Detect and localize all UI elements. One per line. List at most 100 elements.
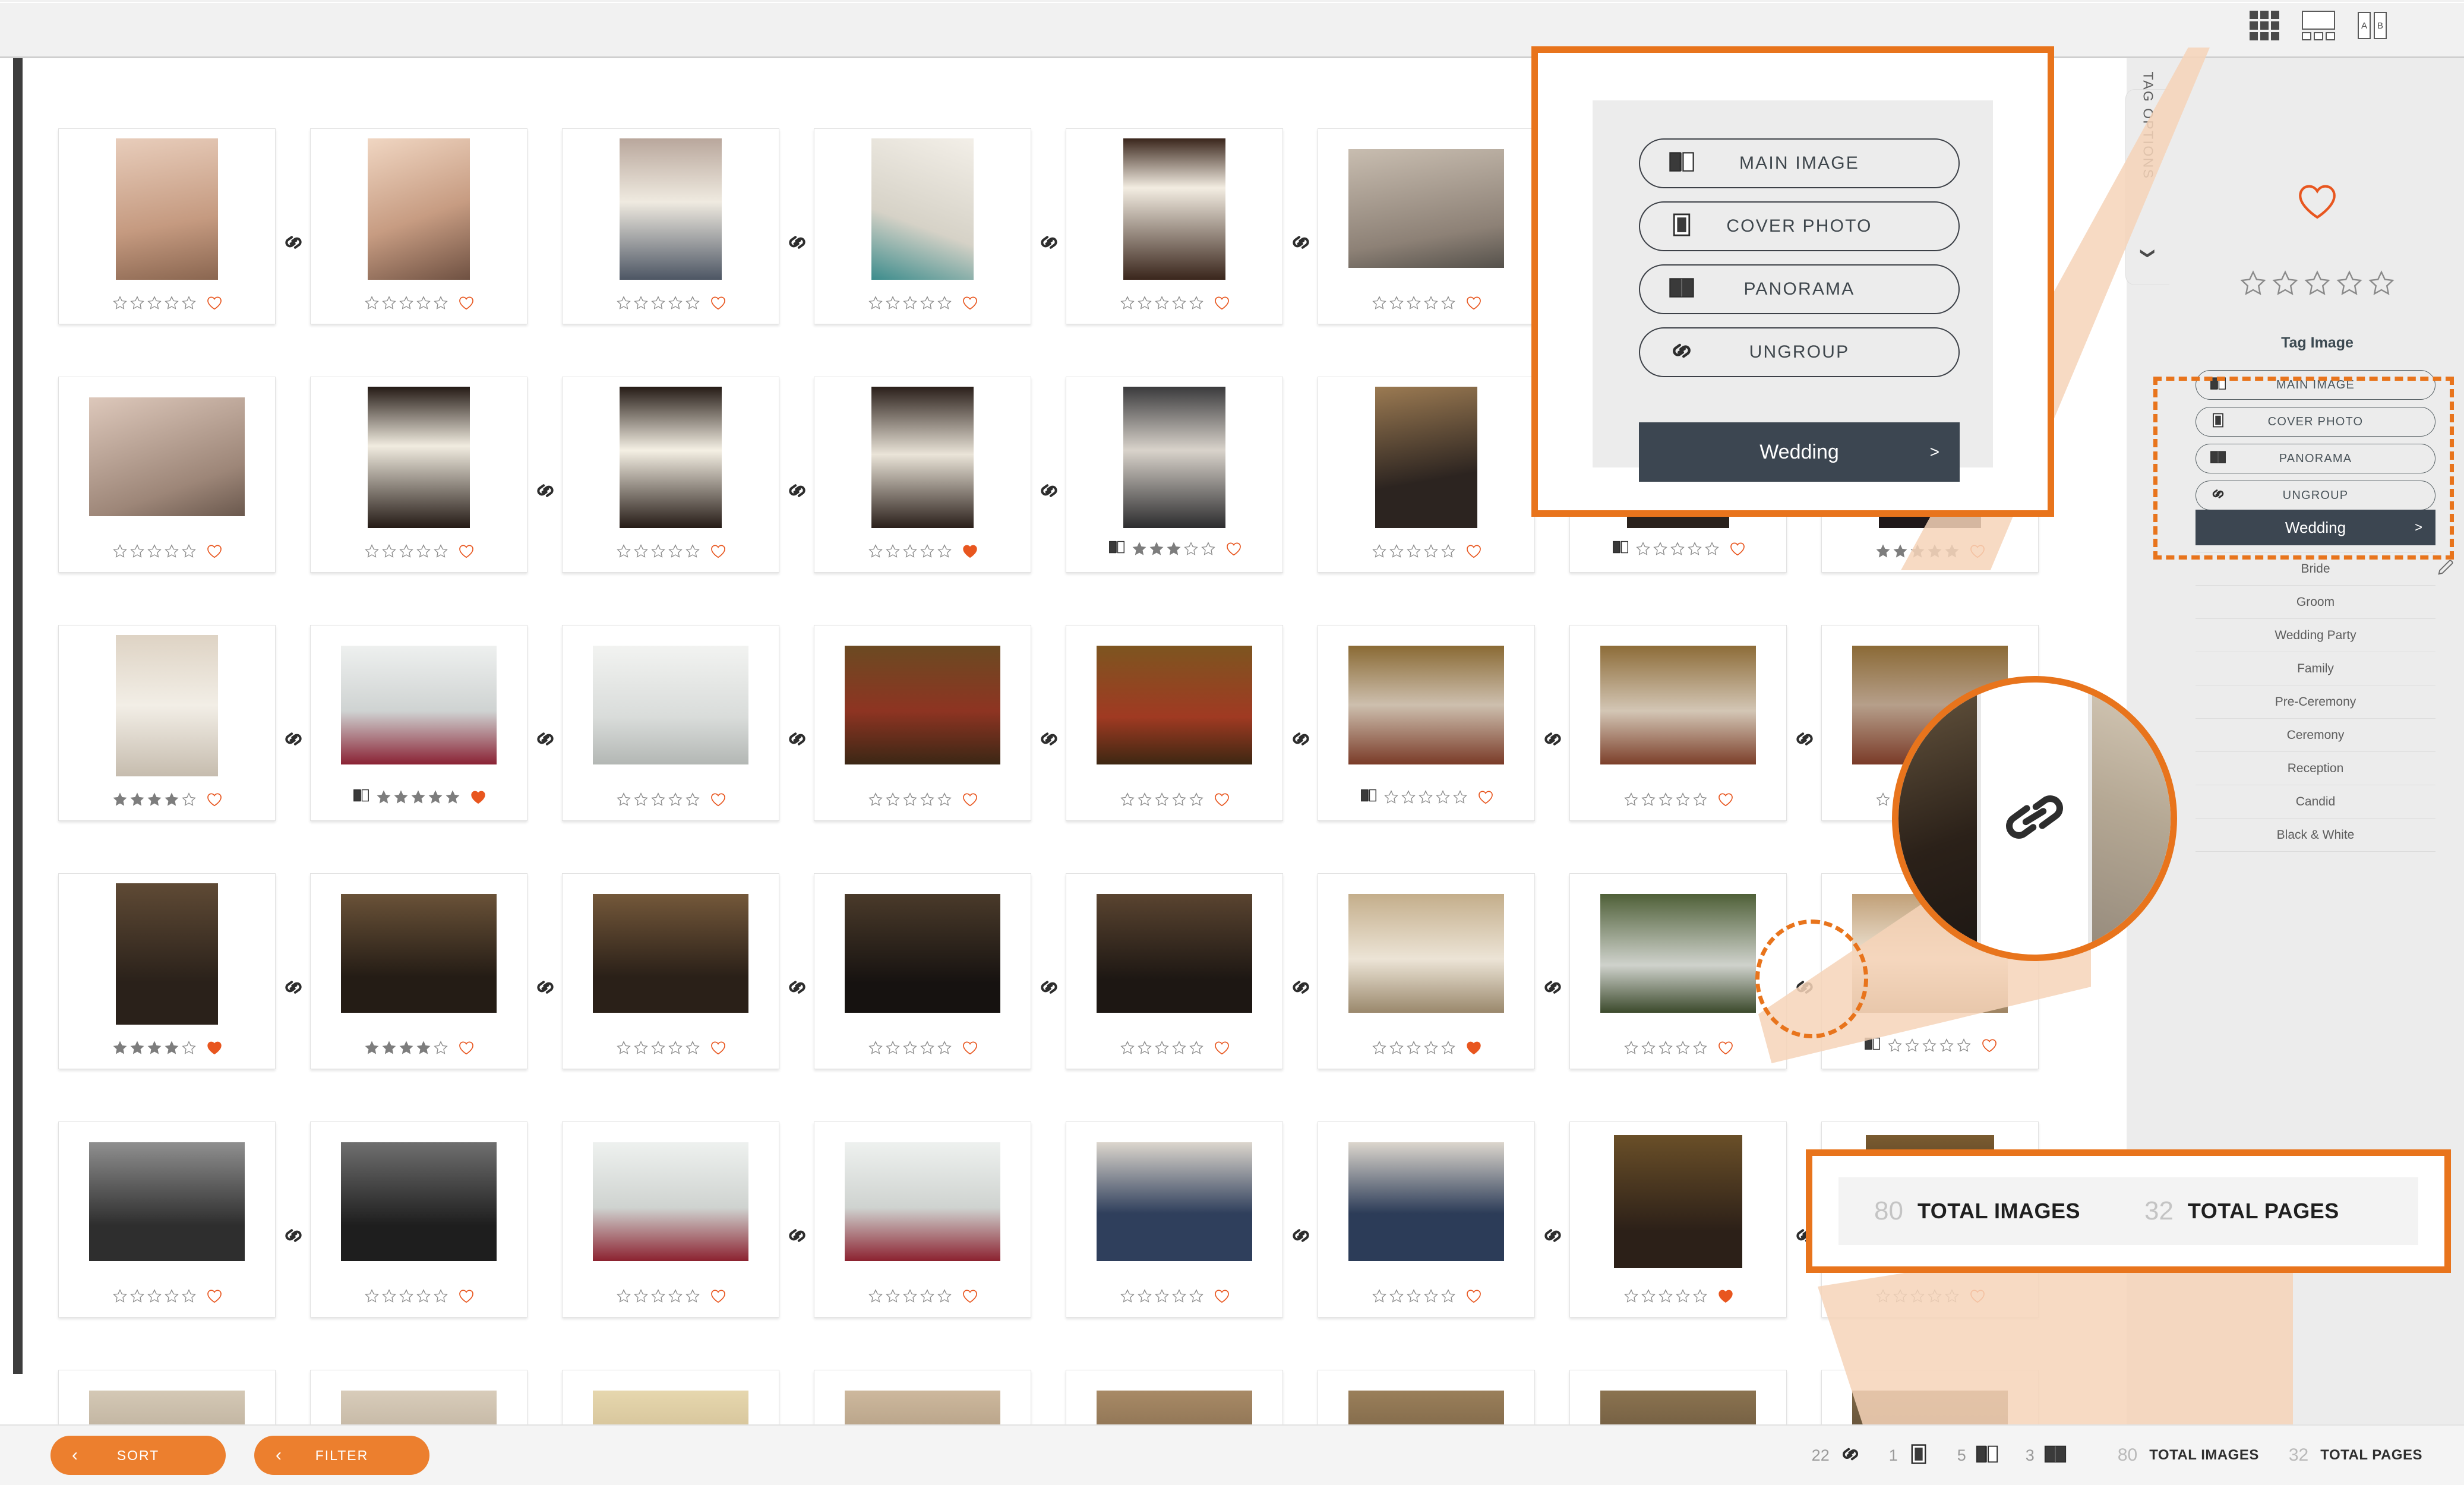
photo-thumbnail[interactable] [1600, 1391, 1756, 1424]
favorite-toggle[interactable] [1466, 1288, 1481, 1304]
photo-thumbnail[interactable] [1375, 387, 1477, 528]
star-icon[interactable] [920, 1040, 935, 1056]
star-icon[interactable] [381, 544, 397, 559]
grid-cell[interactable] [562, 1121, 814, 1370]
star-icon[interactable] [1189, 792, 1204, 807]
star-icon[interactable] [416, 544, 431, 559]
star-icon[interactable] [112, 1288, 128, 1304]
photo-thumbnail[interactable] [116, 635, 218, 776]
star-icon[interactable] [381, 1040, 397, 1056]
star-icon[interactable] [1704, 541, 1720, 557]
star-icon[interactable] [1137, 1288, 1152, 1304]
favorite-toggle[interactable] [710, 1040, 726, 1056]
wedding-group-button[interactable]: Wedding > [2196, 510, 2435, 545]
tag-list-item[interactable]: Black & White [2196, 819, 2435, 852]
star-icon[interactable] [1120, 295, 1135, 311]
star-icon[interactable] [1423, 1288, 1439, 1304]
star-icon[interactable] [1423, 295, 1439, 311]
favorite-toggle[interactable] [1982, 1038, 1997, 1053]
star-icon[interactable] [1154, 792, 1170, 807]
favorite-toggle[interactable] [962, 1040, 978, 1056]
favorite-toggle[interactable] [962, 295, 978, 311]
photo-thumbnail[interactable] [1097, 894, 1252, 1013]
star-rating[interactable] [1372, 295, 1456, 311]
star-rating[interactable] [1623, 1040, 1708, 1056]
callout-wedding-group-button[interactable]: Wedding > [1639, 422, 1960, 482]
star-icon[interactable] [1372, 1040, 1387, 1056]
star-icon[interactable] [2367, 269, 2396, 298]
star-icon[interactable] [1166, 541, 1182, 557]
star-icon[interactable] [2303, 269, 2332, 298]
star-icon[interactable] [937, 295, 952, 311]
star-icon[interactable] [1137, 1040, 1152, 1056]
star-rating[interactable] [1120, 792, 1204, 807]
favorite-toggle[interactable] [1970, 544, 1985, 559]
star-rating[interactable] [1887, 1038, 1972, 1053]
photo-thumbnail[interactable] [368, 138, 470, 280]
star-icon[interactable] [1383, 789, 1399, 805]
callout-tag-buttons[interactable]: MAIN IMAGE COVER PHOTO PANORAMA UNGROUP [1639, 138, 1960, 390]
grid-cell[interactable] [814, 377, 1066, 625]
favorite-toggle[interactable] [207, 544, 222, 559]
star-icon[interactable] [181, 1040, 197, 1056]
photo-thumbnail[interactable] [341, 894, 497, 1013]
favorite-heart-icon[interactable] [962, 792, 978, 807]
star-icon[interactable] [920, 295, 935, 311]
favorite-toggle[interactable] [1214, 792, 1230, 807]
photo-card[interactable] [1066, 128, 1283, 324]
star-icon[interactable] [1687, 541, 1702, 557]
star-icon[interactable] [1944, 1288, 1960, 1304]
star-icon[interactable] [1120, 1288, 1135, 1304]
star-icon[interactable] [164, 295, 179, 311]
star-icon[interactable] [433, 544, 448, 559]
star-rating[interactable] [364, 1040, 448, 1056]
tag-list[interactable]: Bride Groom Wedding Party Family Pre-Ceremon… [2196, 552, 2435, 852]
photo-card[interactable] [1318, 1121, 1535, 1317]
star-rating[interactable] [868, 295, 952, 311]
photo-card[interactable] [562, 377, 779, 573]
favorite-toggle[interactable] [459, 544, 474, 559]
photo-card[interactable] [814, 128, 1031, 324]
star-icon[interactable] [181, 1288, 197, 1304]
star-icon[interactable] [399, 1040, 414, 1056]
photo-card[interactable] [1318, 1370, 1535, 1424]
star-icon[interactable] [1154, 1040, 1170, 1056]
favorite-heart-icon[interactable] [459, 295, 474, 311]
star-icon[interactable] [868, 1288, 883, 1304]
star-icon[interactable] [616, 544, 631, 559]
photo-thumbnail[interactable] [593, 1142, 748, 1261]
grid-cell[interactable] [1066, 1370, 1318, 1424]
favorite-heart-icon[interactable] [962, 1288, 978, 1304]
star-icon[interactable] [1452, 789, 1468, 805]
star-rating[interactable] [868, 792, 952, 807]
favorite-heart-icon[interactable] [207, 1040, 222, 1056]
tag-list-item[interactable]: Pre-Ceremony [2196, 685, 2435, 719]
star-icon[interactable] [1389, 1288, 1404, 1304]
photo-card[interactable] [310, 1121, 527, 1317]
favorite-heart-icon[interactable] [1226, 541, 1242, 557]
callout-tag-button-main-image[interactable]: MAIN IMAGE [1639, 138, 1960, 188]
star-icon[interactable] [1435, 789, 1451, 805]
star-icon[interactable] [1418, 789, 1433, 805]
favorite-toggle[interactable] [207, 1040, 222, 1056]
photo-card[interactable] [58, 128, 276, 324]
link-chain-icon[interactable] [280, 974, 307, 1000]
favorite-toggle[interactable] [1970, 1288, 1985, 1304]
favorite-heart-icon[interactable] [207, 1288, 222, 1304]
star-icon[interactable] [1893, 1288, 1908, 1304]
photo-card[interactable] [1569, 1121, 1787, 1317]
favorite-heart-icon[interactable] [470, 789, 486, 805]
star-icon[interactable] [920, 792, 935, 807]
photo-card[interactable] [58, 1121, 276, 1317]
grid-cell[interactable] [1066, 128, 1318, 377]
star-icon[interactable] [433, 1040, 448, 1056]
favorite-heart-icon[interactable] [1982, 1038, 1997, 1053]
favorite-heart-icon[interactable] [1214, 792, 1230, 807]
grid-cell[interactable] [1569, 625, 1821, 873]
star-icon[interactable] [1423, 544, 1439, 559]
tag-button-panorama[interactable]: PANORAMA [2196, 444, 2435, 473]
favorite-toggle[interactable] [1718, 1040, 1733, 1056]
favorite-toggle[interactable] [962, 1288, 978, 1304]
photo-card[interactable] [310, 128, 527, 324]
link-chain-icon[interactable] [280, 726, 307, 752]
